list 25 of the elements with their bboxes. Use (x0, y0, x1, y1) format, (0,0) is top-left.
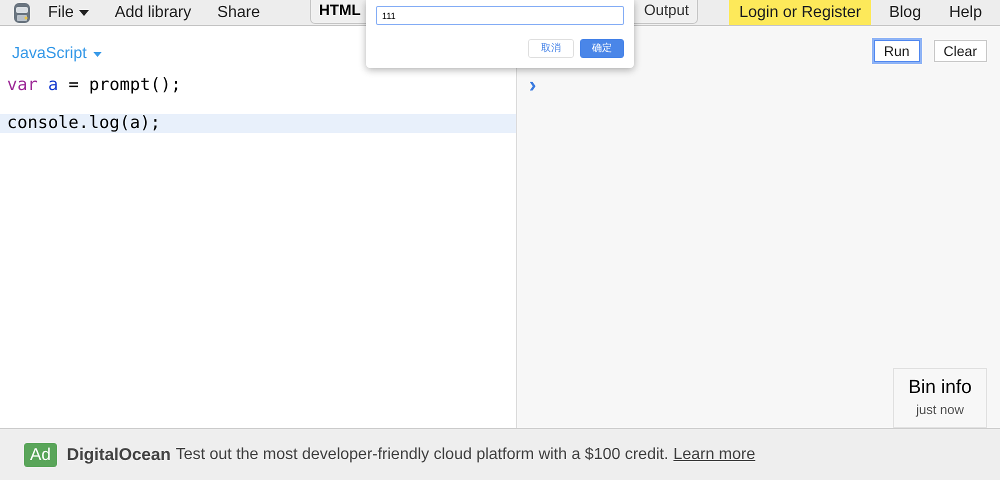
bin-info-time: just now (916, 401, 964, 420)
menu-item[interactable]: File (48, 0, 89, 24)
code-line: var a = prompt(); (6, 76, 182, 95)
menu-item[interactable]: Add library (114, 0, 192, 24)
robot-logo-icon[interactable] (11, 0, 33, 24)
bin-info-card[interactable]: Bin info just now (893, 368, 987, 428)
nav-link[interactable]: Login or Register (729, 0, 872, 25)
nav-link[interactable]: Help (939, 0, 992, 25)
ad-text: Test out the most developer-friendly cloud platform with a $100 credit. (176, 444, 668, 464)
console-button[interactable]: Run (874, 40, 920, 62)
caret-icon (78, 10, 89, 16)
console-button[interactable]: Clear (934, 40, 987, 62)
ad-badge: Ad (24, 442, 57, 466)
prompt-input-field[interactable]: 111 (376, 6, 624, 25)
learn-more-link[interactable]: Learn more (673, 442, 756, 466)
ad-brand: DigitalOcean (66, 444, 171, 466)
bin-info-title: Bin info (908, 376, 972, 400)
console-prompt: › (529, 74, 536, 96)
nav-link[interactable]: Blog (879, 0, 932, 25)
caret-icon (92, 52, 102, 56)
dialog-button[interactable]: 取消 (528, 39, 574, 58)
panel-tab[interactable]: HTML (318, 0, 361, 23)
menu-item[interactable]: Share (217, 0, 260, 24)
dialog-button[interactable]: 确定 (580, 39, 624, 58)
panel-tab[interactable]: Output (644, 0, 689, 23)
